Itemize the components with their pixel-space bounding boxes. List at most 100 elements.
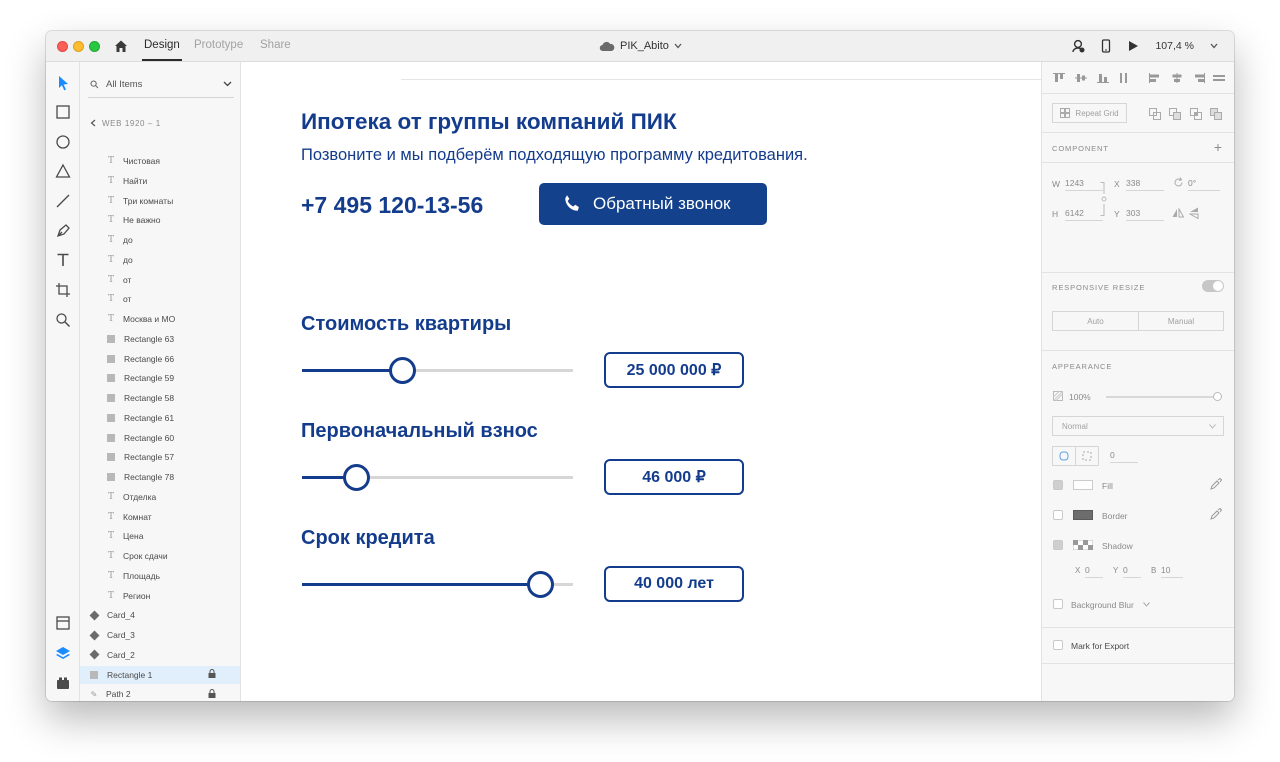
home-icon[interactable] xyxy=(113,38,129,54)
layer-item[interactable]: Rectangle 57 xyxy=(85,448,235,466)
layer-group[interactable]: Card_4 xyxy=(80,606,240,624)
flip-vertical-icon[interactable] xyxy=(1189,207,1199,219)
tab-share[interactable]: Share xyxy=(260,39,291,51)
repeat-grid-button[interactable]: Repeat Grid xyxy=(1052,103,1127,123)
border-swatch[interactable] xyxy=(1073,510,1093,520)
slider-track[interactable] xyxy=(302,571,573,598)
border-checkbox[interactable] xyxy=(1053,510,1063,520)
design-canvas[interactable]: Ипотека от группы компаний ПИК Позвоните… xyxy=(241,62,1041,701)
user-share-icon[interactable] xyxy=(1071,39,1085,53)
eyedropper-icon[interactable] xyxy=(1210,508,1222,520)
layer-item[interactable]: Tдо xyxy=(85,251,235,269)
y-input[interactable]: 303 xyxy=(1126,208,1164,221)
boolean-add-icon[interactable] xyxy=(1149,108,1161,120)
layer-item[interactable]: Rectangle 58 xyxy=(85,389,235,407)
align-top-icon[interactable] xyxy=(1053,73,1065,83)
zoom-tool-icon[interactable] xyxy=(55,312,71,328)
callback-button[interactable]: Обратный звонок xyxy=(539,183,767,225)
resize-auto-button[interactable]: Auto xyxy=(1052,311,1139,331)
text-tool-icon[interactable] xyxy=(55,252,71,268)
layer-group[interactable]: Card_2 xyxy=(80,646,240,664)
shadow-checkbox[interactable] xyxy=(1053,540,1063,550)
layer-group[interactable]: Card_3 xyxy=(80,626,240,644)
x-input[interactable]: 338 xyxy=(1126,178,1164,191)
layer-item[interactable]: T Три комнаты xyxy=(85,192,235,210)
document-title[interactable]: PIK_Abito xyxy=(599,40,682,52)
layers-filter-dropdown[interactable]: All Items xyxy=(88,74,234,98)
select-tool-icon[interactable] xyxy=(55,75,71,91)
layer-item[interactable]: T Площадь xyxy=(85,567,235,585)
layer-item[interactable]: T Чистовая xyxy=(85,152,235,170)
tab-design[interactable]: Design xyxy=(144,39,180,51)
polygon-tool-icon[interactable] xyxy=(55,163,71,179)
mobile-preview-icon[interactable] xyxy=(1101,39,1111,53)
rectangle-tool-icon[interactable] xyxy=(55,104,71,120)
layer-item[interactable]: T Регион xyxy=(85,587,235,605)
artboard-tool-icon[interactable] xyxy=(55,282,71,298)
align-middle-icon[interactable] xyxy=(1075,73,1087,83)
background-blur-checkbox[interactable] xyxy=(1053,599,1063,609)
layer-item[interactable]: Rectangle 60 xyxy=(85,429,235,447)
distribute-vertical-icon[interactable] xyxy=(1117,73,1129,83)
layer-item[interactable]: T Москва и МО xyxy=(85,310,235,328)
layer-item[interactable]: Tот xyxy=(85,290,235,308)
slider-value-field[interactable]: 46 000 ₽ xyxy=(604,459,744,495)
align-center-icon[interactable] xyxy=(1171,73,1183,83)
slider-value-field[interactable]: 25 000 000 ₽ xyxy=(604,352,744,388)
slider-thumb[interactable] xyxy=(527,571,555,598)
mark-for-export-checkbox[interactable] xyxy=(1053,640,1063,650)
zoom-level[interactable]: 107,4 % xyxy=(1155,40,1194,52)
responsive-resize-toggle[interactable] xyxy=(1202,280,1224,292)
plugins-icon[interactable] xyxy=(55,675,71,691)
slider-track[interactable] xyxy=(302,357,573,384)
slider-track[interactable] xyxy=(302,464,573,491)
shadow-swatch[interactable] xyxy=(1073,540,1093,550)
chevron-down-icon[interactable] xyxy=(1143,602,1150,607)
align-right-icon[interactable] xyxy=(1193,73,1205,83)
width-input[interactable]: 1243 xyxy=(1065,178,1103,191)
chevron-left-icon[interactable] xyxy=(90,119,96,127)
layer-item[interactable]: Rectangle 66 xyxy=(85,350,235,368)
fill-checkbox[interactable] xyxy=(1053,480,1063,490)
rotation-input[interactable]: 0° xyxy=(1188,178,1220,191)
layer-item[interactable]: Rectangle 78 xyxy=(85,468,235,486)
line-tool-icon[interactable] xyxy=(55,193,71,209)
layer-item[interactable]: Tдо xyxy=(85,231,235,249)
flip-horizontal-icon[interactable] xyxy=(1172,208,1184,218)
artboard-breadcrumb[interactable]: WEB 1920 – 1 xyxy=(90,119,161,128)
close-window-button[interactable] xyxy=(57,41,68,52)
distribute-horizontal-icon[interactable] xyxy=(1213,73,1225,83)
layer-item[interactable]: Rectangle 59 xyxy=(85,369,235,387)
layer-item[interactable]: T Найти xyxy=(85,172,235,190)
eyedropper-icon[interactable] xyxy=(1210,478,1222,490)
play-icon[interactable] xyxy=(1127,40,1139,52)
add-component-icon[interactable]: + xyxy=(1214,139,1222,155)
resize-manual-button[interactable]: Manual xyxy=(1138,311,1224,331)
lock-icon[interactable] xyxy=(208,669,216,680)
ellipse-tool-icon[interactable] xyxy=(55,134,71,150)
lock-icon[interactable] xyxy=(208,688,216,700)
shadow-y-input[interactable]: 0 xyxy=(1123,565,1141,578)
align-bottom-icon[interactable] xyxy=(1097,73,1109,83)
layer-item[interactable]: T Срок сдачи xyxy=(85,547,235,565)
phone-number[interactable]: +7 495 120-13-56 xyxy=(301,192,483,219)
assets-icon[interactable] xyxy=(55,615,71,631)
boolean-intersect-icon[interactable] xyxy=(1190,108,1202,120)
layer-item[interactable]: Rectangle 63 xyxy=(85,330,235,348)
fill-swatch[interactable] xyxy=(1073,480,1093,490)
layer-group[interactable]: ✎ Path 2 xyxy=(80,685,240,701)
boolean-exclude-icon[interactable] xyxy=(1210,108,1222,120)
layer-item[interactable]: Rectangle 61 xyxy=(85,409,235,427)
align-left-icon[interactable] xyxy=(1149,73,1161,83)
height-input[interactable]: 6142 xyxy=(1065,208,1103,221)
opacity-slider[interactable] xyxy=(1106,392,1222,401)
shadow-blur-input[interactable]: 10 xyxy=(1161,565,1183,578)
slider-thumb[interactable] xyxy=(343,464,371,491)
corner-radius-all-button[interactable] xyxy=(1052,446,1076,466)
layer-item[interactable]: T Не важно xyxy=(85,211,235,229)
corner-radius-individual-button[interactable] xyxy=(1075,446,1099,466)
layer-item[interactable]: T Комнат xyxy=(85,508,235,526)
minimize-window-button[interactable] xyxy=(73,41,84,52)
layer-group[interactable]: Rectangle 1 xyxy=(80,665,240,684)
slider-thumb[interactable] xyxy=(389,357,417,384)
